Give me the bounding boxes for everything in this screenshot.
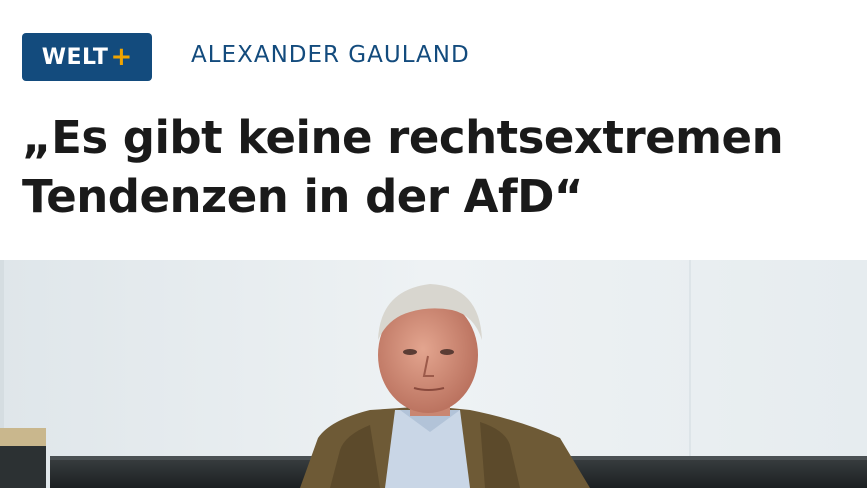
brand-name: WELT xyxy=(41,44,109,70)
portrait-photo xyxy=(0,260,867,488)
article-kicker[interactable]: ALEXANDER GAULAND xyxy=(191,42,470,68)
article-headline[interactable]: „Es gibt keine rechtsextremen Tendenzen … xyxy=(22,108,852,226)
article-hero-image[interactable] xyxy=(0,260,867,488)
plus-icon: + xyxy=(110,42,133,72)
article-header: WELT + ALEXANDER GAULAND „Es gibt keine … xyxy=(0,0,867,260)
headline-line-2: Tendenzen in der AfD“ xyxy=(22,170,584,223)
headline-line-1: „Es gibt keine rechtsextremen xyxy=(22,111,784,164)
welt-plus-logo[interactable]: WELT + xyxy=(22,33,152,81)
